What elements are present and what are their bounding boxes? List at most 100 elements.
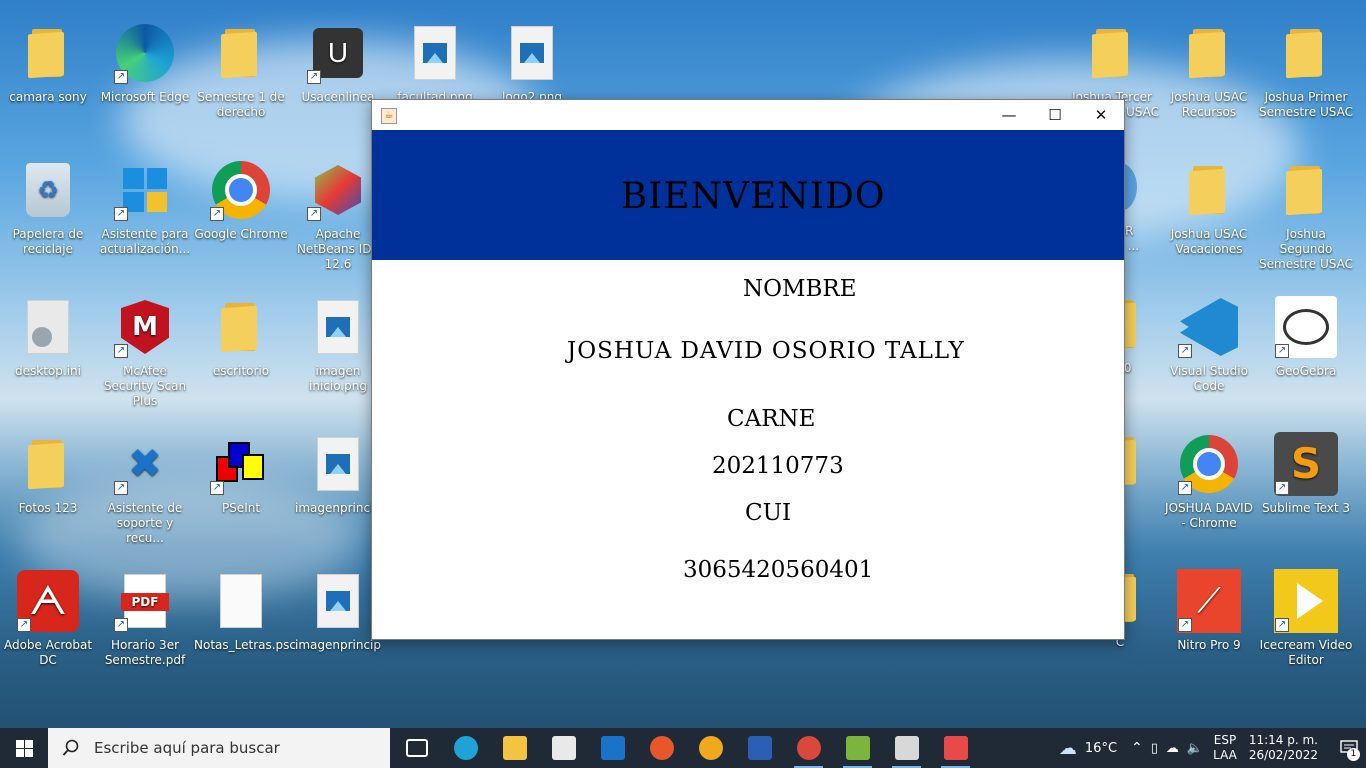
desktop-icon[interactable]: Joshua Primer Semestre USAC [1258, 12, 1354, 142]
notification-count: 1 [1347, 748, 1360, 761]
desktop-icon[interactable]: ↗ PSeInt [193, 423, 289, 553]
minimize-button[interactable]: — [986, 100, 1032, 130]
desktop-icon[interactable]: PDF ↗ Horario 3er Semestre.pdf [97, 560, 193, 690]
weather-temp[interactable]: 16°C [1085, 741, 1117, 756]
taskbar-apps [392, 728, 980, 768]
desktop-icon[interactable]: M ↗ McAfee Security Scan Plus [97, 286, 193, 416]
chrome-profile-taskbar-button[interactable] [784, 728, 833, 768]
onedrive-icon[interactable]: ☁ [1166, 741, 1179, 756]
search-box[interactable]: Escribe aquí para buscar [48, 728, 390, 768]
firefox-icon [649, 736, 674, 760]
desktop-icon-label: imagenprincip [294, 638, 382, 652]
cui-value: 3065420560401 [683, 557, 874, 583]
icecream-icon: ↗ [1273, 568, 1339, 634]
desktop-icon[interactable]: ↗ Google Chrome [193, 149, 289, 279]
edge-taskbar-button[interactable] [441, 728, 490, 768]
banner-title: BIENVENIDO [620, 175, 886, 217]
shortcut-arrow-icon: ↗ [1178, 344, 1192, 358]
desktop-icon-label: Notas_Letras.psc [194, 638, 297, 652]
desktop-icon[interactable]: ↗ JOSHUA DAVID - Chrome [1161, 423, 1257, 553]
desktop-icon[interactable]: Joshua Segundo Semestre USAC [1258, 149, 1354, 279]
close-button[interactable]: ✕ [1078, 100, 1124, 130]
notifications-button[interactable]: 1 [1332, 728, 1366, 768]
shortcut-arrow-icon: ↗ [114, 207, 128, 221]
volume-icon[interactable]: 🔈 [1187, 741, 1203, 756]
mcafee-icon: M ↗ [112, 294, 178, 360]
desktop-icon-label: Papelera de reciclaje [12, 227, 84, 256]
mail-icon [600, 736, 625, 760]
netbeans-icon [845, 736, 870, 760]
desktop-icon[interactable]: ♻ Papelera de reciclaje [0, 149, 96, 279]
mail-taskbar-button[interactable] [588, 728, 637, 768]
firefox-taskbar-button[interactable] [637, 728, 686, 768]
search-icon [62, 739, 79, 756]
folder-icon [1176, 157, 1242, 223]
maximize-button[interactable]: ☐ [1032, 100, 1078, 130]
usac-icon: U ↗ [305, 20, 371, 86]
image-icon [402, 20, 468, 86]
word-icon [747, 736, 772, 760]
desktop-icon[interactable]: S ↗ Sublime Text 3 [1258, 423, 1354, 553]
start-button[interactable] [0, 728, 48, 768]
pdf-icon: PDF ↗ [112, 568, 178, 634]
image-icon [305, 431, 371, 497]
desktop-icon-label: Icecream Video Editor [1259, 638, 1353, 667]
sublime-icon: S ↗ [1273, 431, 1339, 497]
snipping-tool-taskbar-button[interactable] [931, 728, 980, 768]
desktop-icon-label: McAfee Security Scan Plus [103, 364, 187, 408]
desktop-icon-label: escritorio [212, 364, 270, 378]
clock[interactable]: 11:14 p. m. 26/02/2022 [1249, 733, 1318, 763]
desktop-icon[interactable]: ✖ ↗ Asistente de soporte y recu... [97, 423, 193, 553]
shortcut-arrow-icon: ↗ [210, 481, 224, 495]
desktop-icon[interactable]: Joshua USAC Recursos [1161, 12, 1257, 142]
folder-icon [1176, 20, 1242, 86]
chrome-profile-icon [796, 736, 821, 760]
file-explorer-taskbar-button[interactable] [490, 728, 539, 768]
desktop-icon[interactable]: ⟋ ↗ Nitro Pro 9 [1161, 560, 1257, 690]
search-placeholder: Escribe aquí para buscar [94, 739, 280, 757]
support-icon: ✖ ↗ [112, 431, 178, 497]
desktop-icon-label: Visual Studio Code [1170, 364, 1248, 393]
battery-icon[interactable]: ▯ [1151, 741, 1158, 756]
taskbar: Escribe aquí para buscar ☁ 16°C ⌃ ▯ ☁ 🔈 … [0, 728, 1366, 768]
desktop-icon-label: Joshua USAC Recursos [1170, 90, 1248, 119]
desktop-icon[interactable]: Notas_Letras.psc [193, 560, 297, 690]
image-icon [499, 20, 565, 86]
desktop-icon-label: Horario 3er Semestre.pdf [104, 638, 186, 667]
vscode-icon: ↗ [1176, 294, 1242, 360]
store-taskbar-button[interactable] [539, 728, 588, 768]
orange-app-taskbar-button[interactable] [686, 728, 735, 768]
desktop-icon[interactable]: ↗ Visual Studio Code [1161, 286, 1257, 416]
shortcut-arrow-icon: ↗ [114, 344, 128, 358]
carne-value: 202110773 [712, 453, 844, 479]
desktop-icon[interactable]: ↗ Asistente para actualización... [97, 149, 193, 279]
desktop-icon[interactable]: ↗ Microsoft Edge [97, 12, 193, 142]
desktop-icon[interactable]: ᗅ ↗ Adobe Acrobat DC [0, 560, 96, 690]
windows-logo-icon [15, 739, 33, 757]
word-taskbar-button[interactable] [735, 728, 784, 768]
orange-app-icon [698, 736, 723, 760]
desktop-icon[interactable]: Semestre 1 de derecho [193, 12, 289, 142]
java-taskbar-button[interactable] [882, 728, 931, 768]
desktop-icon[interactable]: camara sony [0, 12, 96, 142]
shortcut-arrow-icon: ↗ [17, 618, 31, 632]
chevron-up-icon[interactable]: ⌃ [1131, 740, 1143, 756]
task-view-taskbar-button[interactable] [392, 728, 441, 768]
image-icon [305, 568, 371, 634]
desktop-icon[interactable]: ↗ Icecream Video Editor [1258, 560, 1354, 690]
nombre-value: JOSHUA DAVID OSORIO TALLY [567, 338, 965, 364]
folder-icon [208, 294, 274, 360]
desktop-icon-label: PSeInt [221, 501, 261, 515]
desktop-icon[interactable]: Joshua USAC Vacaciones [1161, 149, 1257, 279]
language-indicator[interactable]: ESP LAA [1213, 733, 1237, 763]
desktop-icon[interactable]: escritorio [193, 286, 289, 416]
netbeans-taskbar-button[interactable] [833, 728, 882, 768]
desktop-icon[interactable]: desktop.ini [0, 286, 96, 416]
desktop-icon[interactable]: ↗ GeoGebra [1258, 286, 1354, 416]
netbeans-icon: ↗ [305, 157, 371, 223]
desktop-icon[interactable]: Fotos 123 [0, 423, 96, 553]
window-titlebar[interactable]: ☕ — ☐ ✕ [372, 100, 1124, 130]
language-top: ESP [1213, 733, 1237, 747]
weather-icon[interactable]: ☁ [1059, 738, 1077, 759]
windows-icon: ↗ [112, 157, 178, 223]
